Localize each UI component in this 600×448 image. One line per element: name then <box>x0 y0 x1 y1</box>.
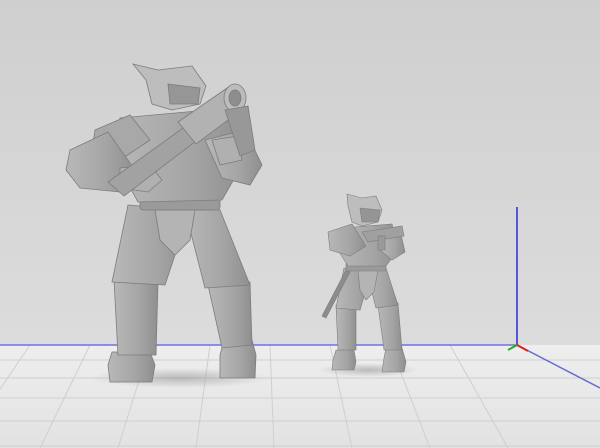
render-scene <box>0 0 600 448</box>
3d-viewport[interactable] <box>0 0 600 448</box>
